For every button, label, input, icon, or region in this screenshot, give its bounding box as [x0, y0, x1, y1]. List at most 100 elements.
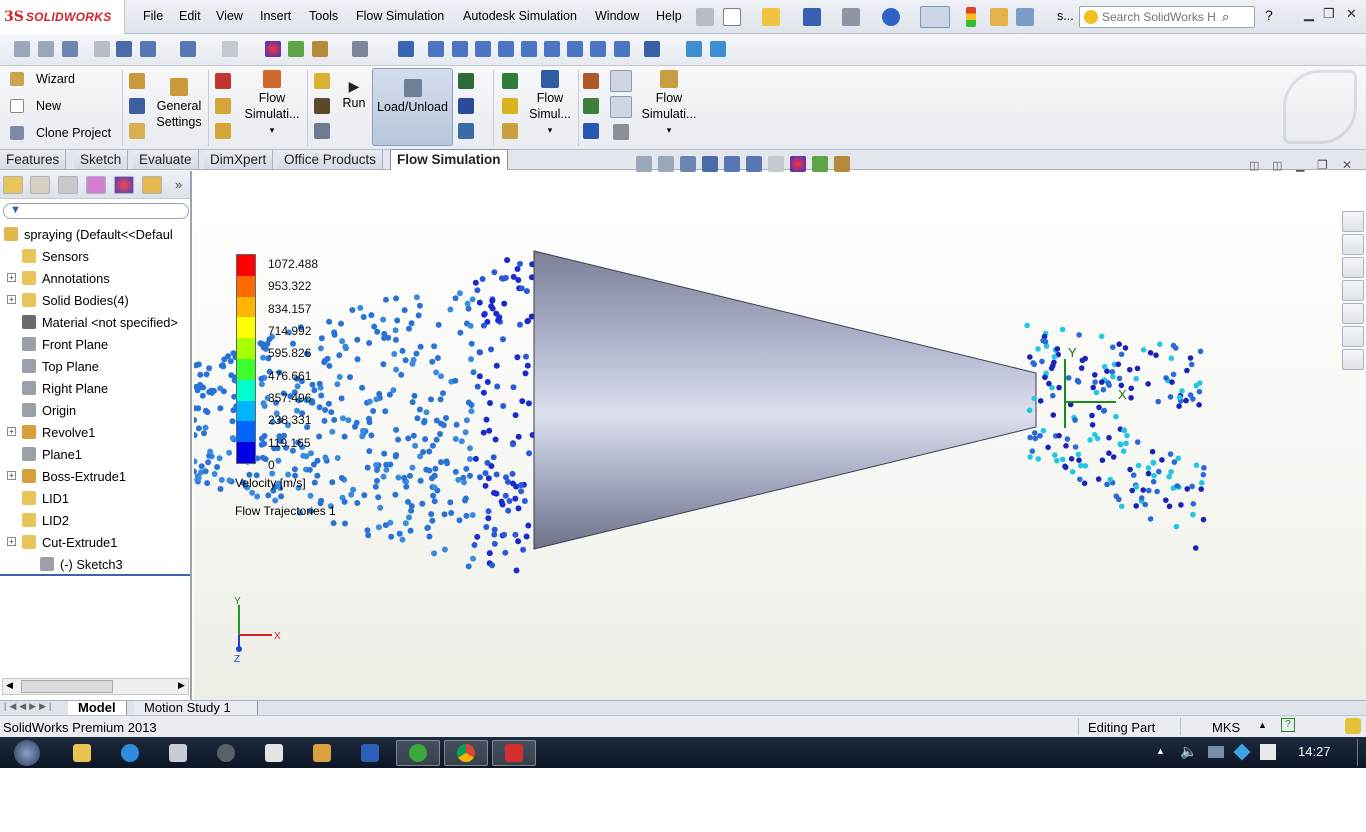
hide-show-items-icon[interactable]	[180, 41, 196, 57]
tab-flow-simulation[interactable]: Flow Simulation	[390, 149, 508, 170]
zoom-area-icon[interactable]	[38, 41, 54, 57]
doc-close-icon[interactable]: ✕	[1342, 158, 1352, 172]
hu-zoom-area-icon[interactable]	[658, 156, 674, 172]
close-icon[interactable]: ✕	[1346, 6, 1357, 22]
tree-item[interactable]: Right Plane	[0, 377, 108, 399]
options-icon[interactable]	[1016, 8, 1034, 26]
hu-zoom-fit-icon[interactable]	[636, 156, 652, 172]
flow-simulation-dropdown-1[interactable]: Flow Simulati... ▾	[240, 70, 304, 138]
tree-item[interactable]: + Annotations	[0, 267, 110, 289]
tree-item[interactable]: Plane1	[0, 443, 82, 465]
undo-icon[interactable]	[882, 8, 900, 26]
show-hidden-icons-icon[interactable]: ▲	[1156, 746, 1165, 756]
tree-item[interactable]: + Solid Bodies(4)	[0, 289, 129, 311]
settings-toggle-icon[interactable]	[613, 124, 629, 140]
top-view-icon[interactable]	[521, 41, 537, 57]
open-folder-icon[interactable]	[762, 8, 780, 26]
boundary-condition-icon[interactable]	[215, 98, 231, 114]
menu-insert[interactable]: Insert	[260, 9, 291, 23]
menu-autodesk-simulation[interactable]: Autodesk Simulation	[463, 9, 577, 23]
scroll-left-icon[interactable]: ◀	[6, 680, 13, 691]
tree-item[interactable]: Origin	[0, 399, 76, 421]
xy-plot-icon[interactable]	[583, 73, 599, 89]
display-toggle-icon[interactable]	[610, 96, 632, 118]
section-view-icon[interactable]	[94, 41, 110, 57]
batch-run-icon[interactable]	[314, 123, 330, 139]
goals-icon[interactable]	[215, 123, 231, 139]
apply-scene-icon[interactable]	[265, 41, 281, 57]
doc-minimize-icon[interactable]: ▁	[1296, 159, 1304, 172]
tree-item[interactable]: Material <not specified>	[0, 311, 178, 333]
dimetric-view-icon[interactable]	[614, 41, 630, 57]
cut-plot-icon[interactable]	[458, 73, 474, 89]
boundary-icon[interactable]	[129, 123, 145, 139]
link-views-icon[interactable]	[710, 41, 726, 57]
right-view-icon[interactable]	[498, 41, 514, 57]
tree-item[interactable]: Top Plane	[0, 355, 99, 377]
flow-simulation-dropdown-3[interactable]: Flow Simulati... ▾	[638, 70, 700, 138]
feature-tree-horizontal-scrollbar[interactable]: ◀ ▶	[2, 678, 189, 695]
clone-project-button[interactable]: Clone Project	[10, 126, 111, 140]
tree-expand-icon[interactable]: +	[7, 471, 16, 480]
view-cube-icon[interactable]	[352, 41, 368, 57]
menu-flow-simulation[interactable]: Flow Simulation	[356, 9, 444, 23]
home-icon[interactable]	[1342, 234, 1364, 255]
view-settings-icon[interactable]	[288, 41, 304, 57]
hu-display-style-icon[interactable]	[746, 156, 762, 172]
report-icon[interactable]	[583, 123, 599, 139]
view-selector-icon[interactable]	[644, 41, 660, 57]
view-palette-icon[interactable]	[1342, 303, 1364, 324]
tab-motion-study-1[interactable]: Motion Study 1	[134, 701, 258, 715]
hu-view-settings-icon[interactable]	[834, 156, 850, 172]
load-unload-button[interactable]: Load/Unload	[372, 68, 453, 146]
network-icon[interactable]	[1208, 746, 1224, 758]
taskbar-explorer[interactable]	[60, 740, 104, 766]
minimize-icon[interactable]: ▁	[1304, 6, 1314, 22]
property-manager-tab-icon[interactable]	[30, 176, 50, 194]
appearances-icon[interactable]	[1342, 326, 1364, 347]
previous-view-icon[interactable]	[62, 41, 78, 57]
render-tools-icon[interactable]	[312, 41, 328, 57]
file-explorer-icon[interactable]	[1342, 280, 1364, 301]
save-icon[interactable]	[803, 8, 821, 26]
wizard-button[interactable]: Wizard	[10, 72, 75, 86]
tree-expand-icon[interactable]: +	[7, 537, 16, 546]
tree-item[interactable]: Front Plane	[0, 333, 108, 355]
view-orientation-icon[interactable]	[116, 41, 132, 57]
velocity-legend-colorbar[interactable]	[236, 254, 256, 464]
action-center-flag-icon[interactable]	[1260, 744, 1276, 760]
hu-appearance-icon[interactable]	[790, 156, 806, 172]
menu-help[interactable]: Help	[656, 9, 682, 23]
taskbar-notepad[interactable]	[252, 740, 296, 766]
back-view-icon[interactable]	[452, 41, 468, 57]
tab-dimxpert[interactable]: DimXpert	[204, 150, 274, 169]
menu-window[interactable]: Window	[595, 9, 639, 23]
tag-icon[interactable]	[1345, 718, 1361, 734]
viewport-split-icon[interactable]: ◫	[1249, 159, 1259, 172]
hu-scene-icon[interactable]	[812, 156, 828, 172]
scroll-right-icon[interactable]: ▶	[178, 680, 185, 691]
print-icon[interactable]	[842, 8, 860, 26]
dimxpert-manager-tab-icon[interactable]	[86, 176, 106, 194]
rebuild-traffic-light-icon[interactable]	[966, 7, 976, 27]
bottom-view-icon[interactable]	[544, 41, 560, 57]
tree-item[interactable]: Sensors	[0, 245, 89, 267]
quick-tips-icon[interactable]: ?	[1281, 718, 1295, 732]
particle-study-icon[interactable]	[502, 98, 518, 114]
feature-tree-tab-icon[interactable]	[3, 176, 23, 194]
solver-icon[interactable]	[314, 98, 330, 114]
section-plane-icon[interactable]	[686, 41, 702, 57]
dropbox-icon[interactable]	[1233, 743, 1251, 761]
hu-section-view-icon[interactable]	[702, 156, 718, 172]
tab-evaluate[interactable]: Evaluate	[133, 150, 199, 169]
unit-system[interactable]: MKS	[1212, 720, 1240, 735]
s-dropdown[interactable]: s...	[1057, 9, 1074, 23]
display-style-icon[interactable]	[140, 41, 156, 57]
custom-properties-icon[interactable]	[1342, 349, 1364, 370]
trimetric-view-icon[interactable]	[590, 41, 606, 57]
menu-view[interactable]: View	[216, 9, 243, 23]
left-view-icon[interactable]	[475, 41, 491, 57]
menu-tools[interactable]: Tools	[309, 9, 338, 23]
show-desktop-button[interactable]	[1357, 739, 1365, 766]
normal-to-icon[interactable]	[398, 41, 414, 57]
